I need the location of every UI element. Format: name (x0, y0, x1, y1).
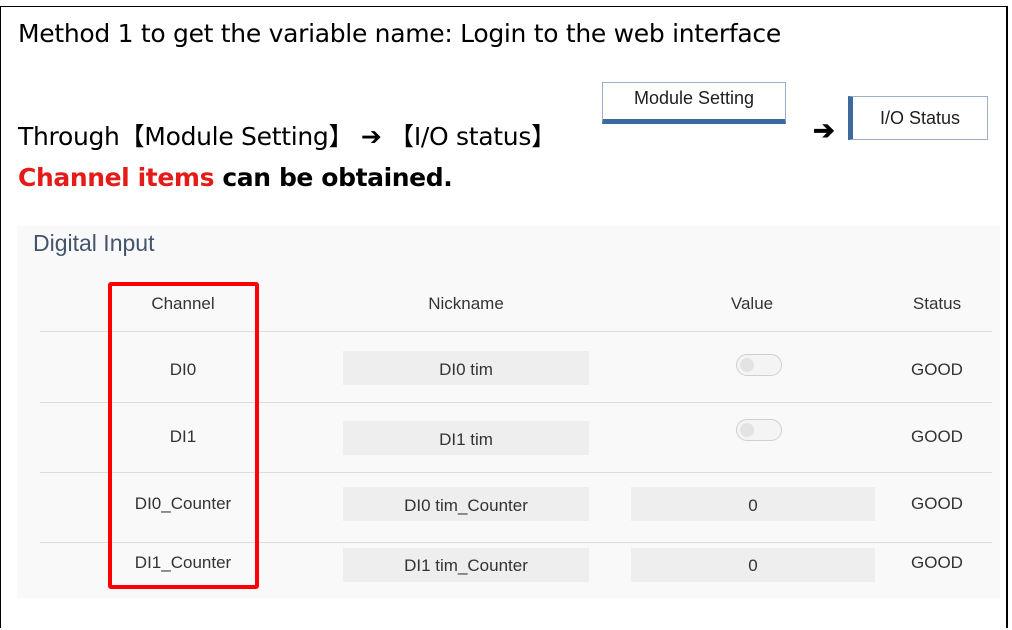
status-text: GOOD (911, 494, 963, 513)
note-rest: can be obtained. (214, 163, 453, 192)
heading-text: Method 1 to get the variable name: Login… (18, 19, 781, 48)
module-setting-button[interactable]: Module Setting (602, 82, 786, 124)
note-text: Channel items can be obtained. (18, 163, 453, 192)
arrow-right-icon: ➔ (813, 115, 835, 145)
nickname-text: DI1 tim (439, 430, 493, 449)
status-text: GOOD (911, 427, 963, 446)
nickname-text: DI1 tim_Counter (404, 556, 528, 575)
nickname-text: DI0 tim_Counter (404, 496, 528, 515)
arrow-right-icon: ➔ (360, 122, 382, 151)
note-highlight: Channel items (18, 163, 215, 192)
panel-title: Digital Input (33, 230, 155, 256)
value-text: 0 (748, 556, 758, 575)
instruction-prefix: Through【Module Setting】 (18, 122, 354, 151)
io-status-button[interactable]: I/O Status (848, 96, 988, 140)
value-toggle[interactable] (736, 354, 782, 376)
toggle-knob (740, 423, 754, 437)
toggle-knob (740, 358, 754, 372)
status-text: GOOD (911, 553, 963, 572)
nickname-text: DI0 tim (439, 360, 493, 379)
column-header-status: Status (912, 294, 962, 313)
value-toggle[interactable] (736, 419, 782, 441)
column-header-nickname: Nickname (428, 294, 504, 313)
value-text: 0 (748, 496, 758, 515)
column-header-value: Value (730, 294, 774, 313)
instruction-text: Through【Module Setting】 ➔ 【I/O status】 (18, 117, 556, 153)
instruction-middle: 【I/O status】 (389, 122, 556, 151)
channel-highlight-box (108, 282, 259, 589)
status-text: GOOD (911, 360, 963, 379)
